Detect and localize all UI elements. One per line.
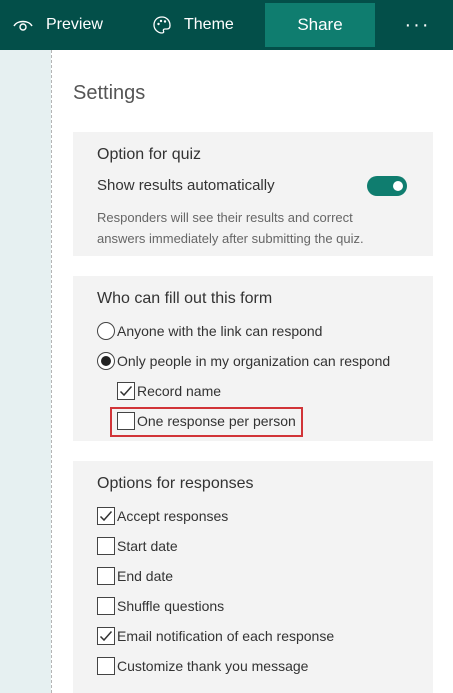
radio-organization-label: Only people in my organization can respo… <box>117 353 391 369</box>
who-card-title: Who can fill out this form <box>97 290 273 307</box>
customize-thank-you-checkbox[interactable] <box>97 657 115 675</box>
customize-thank-you-row[interactable]: Customize thank you message <box>97 657 308 675</box>
canvas-background <box>0 50 51 693</box>
email-notification-checkbox[interactable] <box>97 627 115 645</box>
eye-icon <box>12 17 34 33</box>
record-name-row[interactable]: Record name <box>117 382 221 400</box>
radio-organization-row[interactable]: Only people in my organization can respo… <box>97 352 390 370</box>
quiz-description-line2: answers immediately after submitting the… <box>97 231 364 246</box>
panel-title: Settings <box>73 82 146 104</box>
checkmark-icon <box>99 511 113 522</box>
email-notification-label: Email notification of each response <box>117 628 335 644</box>
shuffle-questions-row[interactable]: Shuffle questions <box>97 597 224 615</box>
settings-panel: Settings Option for quiz Show results au… <box>51 50 453 693</box>
palette-icon <box>152 15 172 35</box>
end-date-label: End date <box>117 568 174 584</box>
response-options-card: Options for responses Accept responses S… <box>73 461 433 693</box>
quiz-card-title: Option for quiz <box>97 146 202 163</box>
shuffle-questions-label: Shuffle questions <box>117 598 225 614</box>
accept-responses-checkbox[interactable] <box>97 507 115 525</box>
customize-thank-you-label: Customize thank you message <box>117 658 309 674</box>
start-date-label: Start date <box>117 538 178 554</box>
preview-button[interactable]: Preview <box>12 0 103 50</box>
radio-anyone-label: Anyone with the link can respond <box>117 323 323 339</box>
accept-responses-label: Accept responses <box>117 508 229 524</box>
checkmark-icon <box>99 631 113 642</box>
record-name-checkbox[interactable] <box>117 382 135 400</box>
radio-anyone[interactable] <box>97 322 115 340</box>
end-date-row[interactable]: End date <box>97 567 173 585</box>
responses-card-title: Options for responses <box>97 475 254 492</box>
top-toolbar: Preview Theme Share ··· <box>0 0 453 50</box>
record-name-label: Record name <box>137 383 222 399</box>
quiz-description-line1: Responders will see their results and co… <box>97 210 353 225</box>
highlight-box <box>110 407 303 437</box>
radio-organization[interactable] <box>97 352 115 370</box>
preview-label: Preview <box>46 16 103 33</box>
checkmark-icon <box>119 386 133 397</box>
show-results-toggle[interactable] <box>367 176 407 196</box>
who-can-fill-card: Who can fill out this form Anyone with t… <box>73 276 433 441</box>
theme-label: Theme <box>184 16 234 33</box>
toggle-knob <box>393 181 403 191</box>
end-date-checkbox[interactable] <box>97 567 115 585</box>
accept-responses-row[interactable]: Accept responses <box>97 507 228 525</box>
shuffle-questions-checkbox[interactable] <box>97 597 115 615</box>
quiz-options-card: Option for quiz Show results automatical… <box>73 132 433 256</box>
radio-anyone-row[interactable]: Anyone with the link can respond <box>97 322 322 340</box>
show-results-label: Show results automatically <box>97 177 275 194</box>
share-button[interactable]: Share <box>265 3 375 47</box>
more-options-button[interactable]: ··· <box>382 0 453 50</box>
email-notification-row[interactable]: Email notification of each response <box>97 627 334 645</box>
start-date-checkbox[interactable] <box>97 537 115 555</box>
theme-button[interactable]: Theme <box>152 0 234 50</box>
start-date-row[interactable]: Start date <box>97 537 178 555</box>
